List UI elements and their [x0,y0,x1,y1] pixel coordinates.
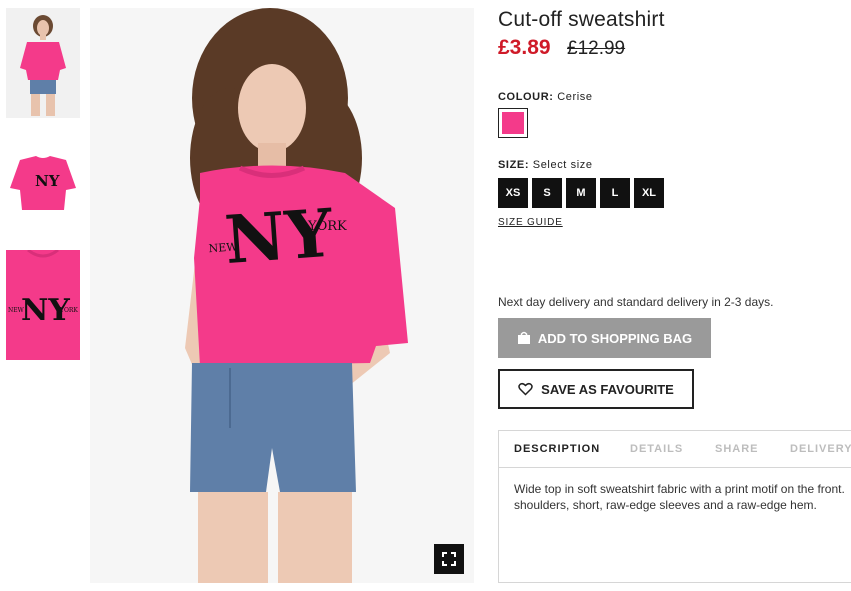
thumbnail-model[interactable] [6,8,80,118]
product-info-tabs: DESCRIPTION DETAILS SHARE DELIVERY Wide … [498,430,851,583]
original-price: £12.99 [567,38,626,59]
product-title: Cut-off sweatshirt [498,8,665,31]
fullscreen-button[interactable] [434,544,464,574]
sale-price: £3.89 [498,36,551,59]
tab-bar: DESCRIPTION DETAILS SHARE DELIVERY [499,431,851,468]
heart-icon [518,382,533,396]
size-value: Select size [532,159,593,171]
size-option-m[interactable]: M [566,178,596,208]
colour-swatch-cerise[interactable] [498,108,528,138]
svg-text:NY: NY [35,172,60,190]
size-label: SIZE: Select size [498,159,593,171]
product-description: Wide top in soft sweatshirt fabric with … [514,482,845,512]
colour-value: Cerise [557,91,593,103]
print-right-text: YORK [307,219,347,234]
svg-text:YORK: YORK [59,307,78,314]
tab-description[interactable]: DESCRIPTION [514,443,600,455]
tab-delivery[interactable]: DELIVERY [790,443,851,455]
size-option-xl[interactable]: XL [634,178,664,208]
thumbnail-detail[interactable]: NY NEW YORK [6,250,80,360]
shopping-bag-icon [517,331,530,344]
add-to-bag-label: ADD TO SHOPPING BAG [537,330,693,346]
size-option-s[interactable]: S [532,178,562,208]
size-guide-link[interactable]: SIZE GUIDE [498,217,563,228]
size-label-key: SIZE: [498,159,530,171]
add-to-bag-button[interactable]: ADD TO SHOPPING BAG [498,318,711,358]
print-left-text: NEW [208,240,238,255]
save-favourite-button[interactable]: SAVE AS FAVOURITE [498,369,694,409]
print-big-text: NY [222,194,336,279]
thumbnail-front-flat[interactable]: NY [6,130,80,240]
expand-icon [442,552,456,566]
main-product-image[interactable]: NY NEW YORK [90,8,474,583]
colour-label-key: COLOUR: [498,91,554,103]
tab-share[interactable]: SHARE [715,443,759,455]
size-option-xs[interactable]: XS [498,178,528,208]
delivery-info: Next day delivery and standard delivery … [498,295,774,309]
size-option-l[interactable]: L [600,178,630,208]
tab-details[interactable]: DETAILS [630,443,683,455]
svg-text:NEW: NEW [8,307,25,314]
colour-label: COLOUR: Cerise [498,91,593,103]
save-favourite-label: SAVE AS FAVOURITE [541,381,674,397]
swatch-fill [502,112,524,134]
